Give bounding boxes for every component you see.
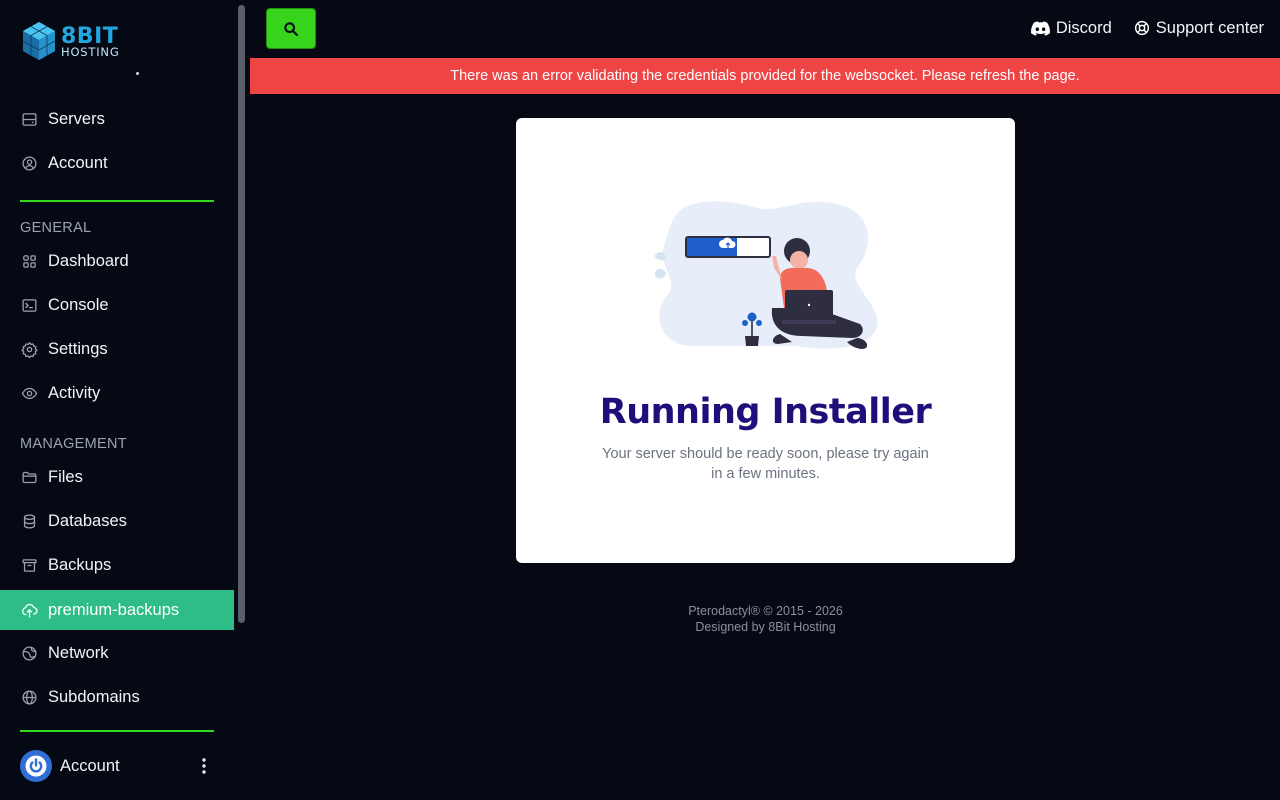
discord-icon — [1030, 20, 1050, 36]
section-label-general: GENERAL — [20, 220, 92, 236]
sidebar-item-account[interactable]: Account — [0, 143, 234, 183]
sidebar-scrollbar[interactable] — [238, 5, 245, 623]
sidebar-item-label: Servers — [48, 109, 105, 128]
installer-card: Running Installer Your server should be … — [516, 118, 1015, 563]
avatar[interactable] — [20, 750, 52, 782]
sidebar: 8BIT HOSTING Servers Account GENERAL Das… — [0, 0, 234, 800]
discord-label: Discord — [1055, 18, 1112, 37]
sidebar-item-label: Databases — [48, 511, 127, 530]
support-center-link[interactable]: Support center — [1134, 19, 1264, 38]
sidebar-item-files[interactable]: Files — [0, 457, 234, 497]
section-label-management: MANAGEMENT — [20, 436, 127, 452]
support-center-label: Support center — [1155, 18, 1264, 37]
top-links: Discord Support center — [1009, 18, 1264, 38]
sidebar-divider — [20, 730, 214, 732]
sidebar-item-activity[interactable]: Activity — [0, 373, 234, 413]
sidebar-item-network[interactable]: Network — [0, 633, 234, 673]
grid-icon — [20, 252, 38, 270]
footer-copyright: Pterodactyl® © 2015 - 2026 — [688, 604, 843, 618]
cube-logo-icon — [22, 22, 56, 60]
sidebar-item-label: Console — [48, 295, 109, 314]
globe-icon — [20, 688, 38, 706]
globe-network-icon — [20, 644, 38, 662]
account-footer[interactable]: Account — [20, 749, 214, 783]
database-icon — [20, 512, 38, 530]
eye-icon — [20, 384, 38, 402]
footer-designed-by[interactable]: Designed by 8Bit Hosting — [516, 619, 1015, 635]
more-options-icon[interactable] — [194, 754, 214, 778]
terminal-icon — [20, 296, 38, 314]
sidebar-item-console[interactable]: Console — [0, 285, 234, 325]
folder-icon — [20, 468, 38, 486]
gear-icon — [20, 340, 38, 358]
sidebar-item-label: Settings — [48, 339, 108, 358]
sidebar-item-databases[interactable]: Databases — [0, 501, 234, 541]
discord-link[interactable]: Discord — [1030, 18, 1112, 38]
user-circle-icon — [20, 154, 38, 172]
sidebar-item-servers[interactable]: Servers — [0, 99, 234, 139]
page-footer: Pterodactyl® © 2015 - 2026 Designed by 8… — [516, 603, 1015, 635]
account-footer-label: Account — [60, 756, 120, 775]
sidebar-item-label: Subdomains — [48, 687, 140, 706]
sidebar-item-settings[interactable]: Settings — [0, 329, 234, 369]
archive-icon — [20, 556, 38, 574]
decorative-dot — [136, 72, 139, 75]
card-description: Your server should be ready soon, please… — [602, 446, 929, 482]
sidebar-item-dashboard[interactable]: Dashboard — [0, 241, 234, 281]
search-button[interactable] — [266, 8, 316, 49]
sidebar-item-subdomains[interactable]: Subdomains — [0, 677, 234, 717]
sidebar-item-label: Files — [48, 467, 83, 486]
search-icon — [284, 21, 299, 36]
cloud-upload-icon — [20, 601, 38, 619]
sidebar-item-label: Backups — [48, 555, 112, 574]
sidebar-item-label: Network — [48, 643, 109, 662]
card-title: Running Installer — [599, 392, 932, 432]
installer-illustration — [654, 201, 878, 349]
sidebar-divider — [20, 200, 214, 202]
lifebuoy-icon — [1134, 20, 1149, 36]
error-banner: There was an error validating the creden… — [250, 58, 1280, 94]
sidebar-item-backups[interactable]: Backups — [0, 545, 234, 585]
sidebar-item-label: premium-backups — [48, 600, 180, 619]
sidebar-item-label: Account — [48, 153, 108, 172]
brand-logo[interactable]: 8BIT HOSTING — [20, 18, 132, 66]
brand-sub: HOSTING — [61, 44, 120, 59]
server-icon — [20, 110, 38, 128]
power-icon — [22, 752, 50, 780]
error-message: There was an error validating the creden… — [450, 68, 1080, 84]
sidebar-item-premium-backups[interactable]: premium-backups — [0, 590, 234, 630]
sidebar-item-label: Activity — [48, 383, 101, 402]
sidebar-item-label: Dashboard — [48, 251, 129, 270]
